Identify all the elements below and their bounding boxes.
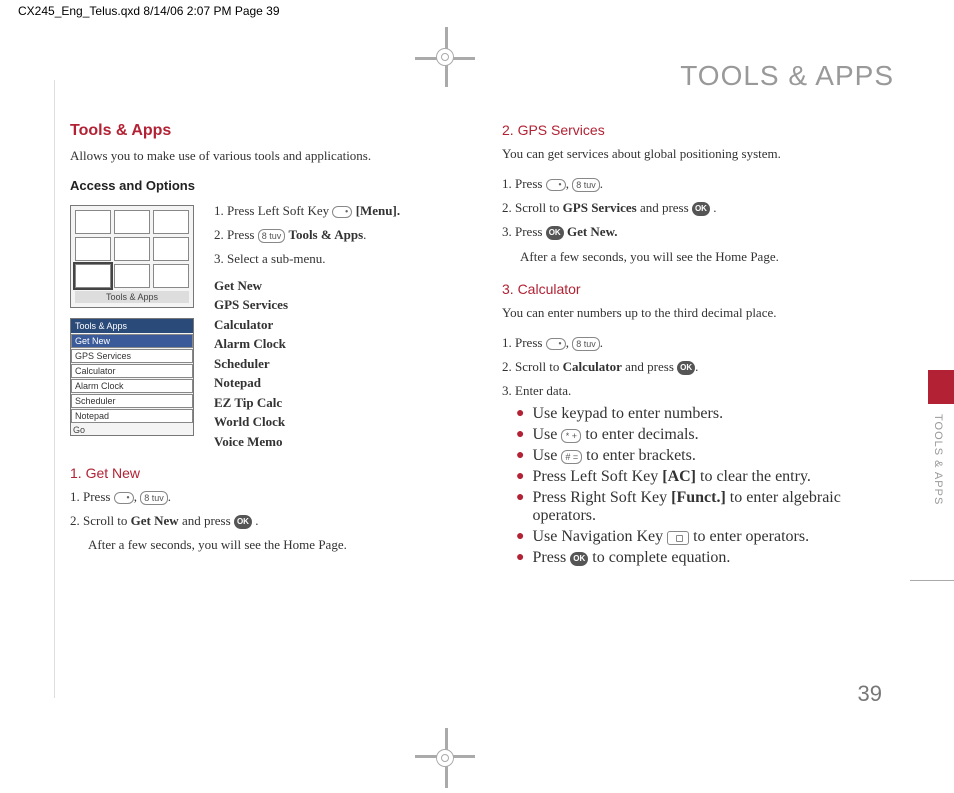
step-text: 2. Scroll to GPS Services and press OK .: [502, 198, 894, 218]
bullet-list: ● Use keypad to enter numbers. ● Use * + t…: [516, 405, 894, 567]
intro-text: You can get services about global positi…: [502, 144, 894, 164]
ok-key-icon: OK: [234, 515, 252, 529]
ok-key-icon: OK: [677, 361, 695, 375]
step-text: 2. Scroll to Get New and press OK .: [70, 511, 462, 531]
registration-mark: [436, 749, 454, 767]
ok-key-icon: OK: [546, 226, 564, 240]
screenshot-menu-grid: Tools & Apps: [70, 205, 194, 308]
side-tab: TOOLS & APPS: [914, 370, 954, 530]
bullet-text: Use Navigation Key to enter operators.: [532, 528, 809, 546]
heading-access-options: Access and Options: [70, 178, 462, 193]
heading-calculator: 3. Calculator: [502, 281, 894, 297]
key-star-icon: * +: [561, 429, 581, 443]
bullet-icon: ●: [516, 489, 524, 525]
page-body: TOOLS & APPS Tools & Apps Allows you to …: [70, 60, 894, 733]
list-item: Calculator: [71, 364, 193, 378]
side-rule: [910, 580, 954, 581]
heading-get-new: 1. Get New: [70, 465, 462, 481]
bullet-text: Use # = to enter brackets.: [532, 447, 695, 465]
step-text: 2. Scroll to Calculator and press OK.: [502, 357, 894, 377]
screenshot-header: Tools & Apps: [71, 319, 193, 333]
soft-key-icon: [546, 338, 566, 350]
bullet-text: Use * + to enter decimals.: [532, 426, 698, 444]
left-column: Tools & Apps Allows you to make use of v…: [70, 122, 462, 570]
print-slug: CX245_Eng_Telus.qxd 8/14/06 2:07 PM Page…: [18, 4, 280, 18]
bullet-icon: ●: [516, 468, 524, 486]
soft-key-icon: [546, 179, 566, 191]
bullet-text: Press Right Soft Key [Funct.] to enter a…: [532, 489, 894, 525]
heading-gps: 2. GPS Services: [502, 122, 894, 138]
list-item: Alarm Clock: [71, 379, 193, 393]
step-note: After a few seconds, you will see the Ho…: [520, 247, 894, 267]
ok-key-icon: OK: [570, 552, 588, 566]
step-text: 1. Press , 8 tuv.: [70, 487, 462, 507]
list-item: Notepad: [71, 409, 193, 423]
soft-key-icon: [332, 206, 352, 218]
step-note: After a few seconds, you will see the Ho…: [88, 535, 462, 555]
bullet-icon: ●: [516, 528, 524, 546]
key-8-icon: 8 tuv: [140, 491, 168, 505]
key-hash-icon: # =: [561, 450, 582, 464]
step-text: 3. Press OK Get New.: [502, 222, 894, 242]
thumb-tab: [928, 370, 954, 404]
list-item: Get New: [71, 334, 193, 348]
screenshot-label: Tools & Apps: [75, 291, 189, 303]
page-number: 39: [858, 681, 882, 707]
bullet-icon: ●: [516, 426, 524, 444]
heading-tools-apps: Tools & Apps: [70, 122, 462, 140]
bullet-text: Use keypad to enter numbers.: [532, 405, 723, 423]
key-8-icon: 8 tuv: [572, 337, 600, 351]
screenshot-submenu: Tools & Apps Get New GPS Services Calcul…: [70, 318, 194, 436]
ok-key-icon: OK: [692, 202, 710, 216]
right-column: 2. GPS Services You can get services abo…: [502, 122, 894, 570]
bullet-text: Press OK to complete equation.: [532, 549, 730, 567]
soft-key-icon: [114, 492, 134, 504]
phone-screenshots: Tools & Apps Tools & Apps Get New GPS Se…: [70, 205, 200, 446]
bullet-icon: ●: [516, 405, 524, 423]
key-8-icon: 8 tuv: [572, 178, 600, 192]
key-8-icon: 8 tuv: [258, 229, 286, 243]
side-label: TOOLS & APPS: [932, 414, 944, 505]
step-text: 1. Press , 8 tuv.: [502, 174, 894, 194]
ruler: [54, 80, 55, 698]
nav-key-icon: [667, 531, 689, 545]
list-item: Scheduler: [71, 394, 193, 408]
screenshot-footer: Go: [71, 423, 193, 435]
list-item: GPS Services: [71, 349, 193, 363]
step-text: 3. Enter data.: [502, 381, 894, 401]
intro-text: Allows you to make use of various tools …: [70, 146, 462, 166]
intro-text: You can enter numbers up to the third de…: [502, 303, 894, 323]
bullet-icon: ●: [516, 549, 524, 567]
step-text: 1. Press , 8 tuv.: [502, 333, 894, 353]
page-title: TOOLS & APPS: [70, 60, 894, 92]
bullet-icon: ●: [516, 447, 524, 465]
bullet-text: Press Left Soft Key [AC] to clear the en…: [532, 468, 810, 486]
